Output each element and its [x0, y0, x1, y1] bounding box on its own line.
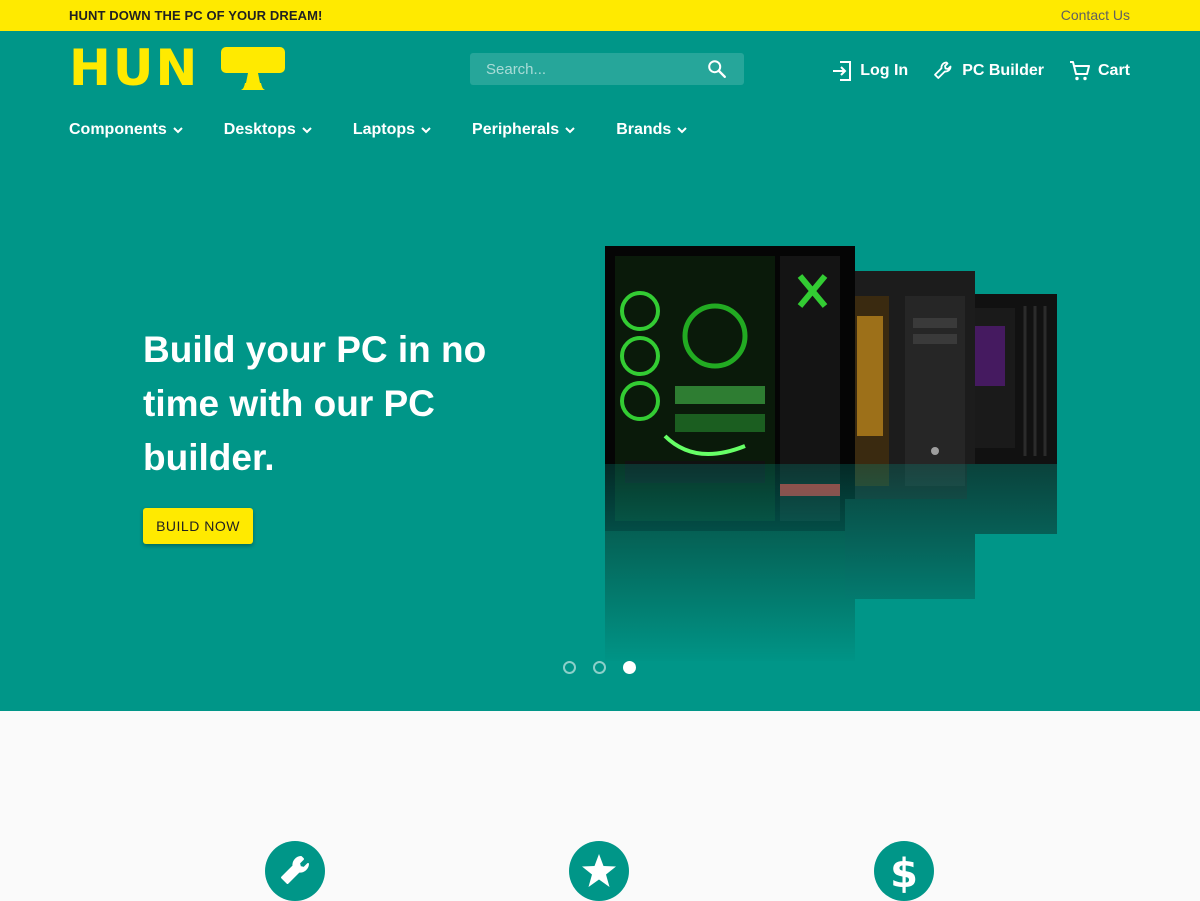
wrench-feature-badge [265, 841, 325, 901]
carousel-indicators [563, 661, 653, 674]
hero-title: Build your PC in no time with our PC bui… [143, 329, 487, 478]
carousel-dot-3[interactable] [623, 661, 636, 674]
nav-item-desktops[interactable]: Desktops [224, 121, 313, 139]
build-now-button[interactable]: BUILD NOW [143, 508, 253, 544]
wrench-icon [934, 61, 952, 79]
contact-us-link[interactable]: Contact Us [1061, 7, 1130, 23]
chevron-down-icon [173, 127, 183, 134]
chevron-down-icon [677, 127, 688, 134]
nav-item-label: Desktops [223, 121, 296, 138]
login-icon [833, 61, 852, 81]
nav-item-label: Brands [616, 121, 672, 138]
announcement-bar: HUNT DOWN THE PC OF YOUR DREAM! Contact … [0, 0, 1200, 31]
pc-builder-button[interactable]: PC Builder [932, 59, 1044, 83]
hunt-logo[interactable]: HUN [69, 40, 289, 96]
search-bar [470, 53, 744, 85]
search-icon[interactable] [706, 58, 728, 80]
main-nav: Components Desktops Laptops Peripherals … [69, 121, 688, 139]
announcement-text: HUNT DOWN THE PC OF YOUR DREAM! [69, 8, 323, 23]
chevron-down-icon [565, 127, 575, 134]
chevron-down-icon [302, 127, 312, 134]
features-section: $ [0, 711, 1200, 901]
chevron-down-icon [421, 127, 431, 134]
monitor-icon [221, 47, 285, 90]
pc-builder-label: PC Builder [962, 62, 1044, 79]
nav-item-brands[interactable]: Brands [616, 121, 688, 139]
carousel-dot-1[interactable] [563, 661, 576, 674]
cart-icon [1069, 61, 1090, 81]
nav-item-label: Laptops [352, 121, 416, 138]
login-label: Log In [860, 62, 909, 79]
login-button[interactable]: Log In [830, 59, 908, 83]
nav-item-label: Peripherals [472, 121, 560, 138]
site-header: HUN Log In PC Builder [0, 31, 1200, 711]
logo-text: HUN [69, 39, 200, 97]
cart-label: Cart [1097, 62, 1130, 79]
cart-button[interactable]: Cart [1068, 59, 1130, 83]
nav-item-laptops[interactable]: Laptops [353, 121, 432, 139]
gaming-pc-image [595, 246, 1075, 666]
nav-item-peripherals[interactable]: Peripherals [472, 121, 576, 139]
search-input[interactable] [470, 53, 700, 85]
wrench-icon [281, 856, 309, 884]
svg-text:$: $ [890, 851, 918, 897]
nav-item-label: Components [69, 121, 167, 138]
star-feature-badge [569, 841, 629, 901]
carousel-dot-2[interactable] [593, 661, 606, 674]
dollar-feature-badge: $ [874, 841, 934, 901]
header-actions: Log In PC Builder Cart [806, 59, 1130, 83]
nav-item-components[interactable]: Components [69, 121, 184, 139]
star-icon [582, 854, 616, 887]
dollar-icon: $ [890, 851, 918, 897]
